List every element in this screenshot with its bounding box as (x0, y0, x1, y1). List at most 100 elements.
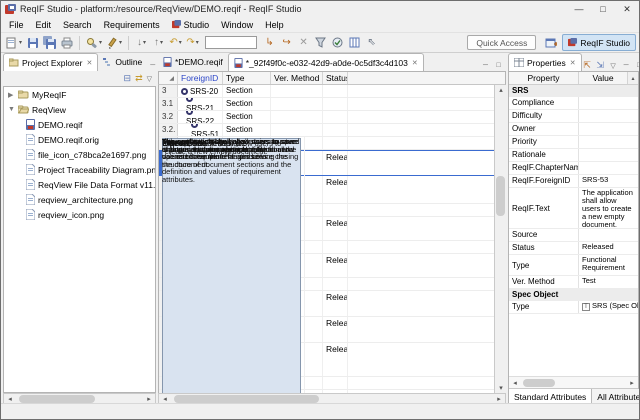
new-properties-view-icon[interactable]: ⇱ (582, 60, 593, 71)
menu-window[interactable]: Window (215, 19, 259, 31)
view-maximize-icon[interactable]: □ (634, 60, 640, 71)
column-header-type[interactable]: Type (223, 72, 271, 84)
table-row-srs-51[interactable]: 3.2. SRS-51 Section File Operations (159, 124, 494, 137)
tree-item-reqview[interactable]: ▼ ReqView (4, 102, 155, 117)
perspective-reqif-studio[interactable]: ReqIF Studio (562, 34, 636, 51)
menu-edit[interactable]: Edit (30, 19, 58, 31)
delete-button[interactable]: ✕ (295, 34, 312, 51)
column-header-value[interactable]: Value (579, 72, 628, 84)
scroll-down-icon[interactable]: ▾ (495, 383, 507, 393)
property-row-source[interactable]: Source (509, 229, 638, 242)
close-icon[interactable]: ✕ (412, 59, 418, 67)
collapse-arrow-icon[interactable]: ▼ (8, 106, 15, 113)
minimize-button[interactable]: ― (567, 1, 591, 17)
view-minimize-icon[interactable]: ─ (147, 60, 158, 71)
property-row-chaptername[interactable]: ReqIF.ChapterName (509, 162, 638, 175)
scroll-up-icon[interactable]: ▴ (495, 85, 507, 95)
tree-item-architecture-png[interactable]: reqview_architecture.png (4, 192, 155, 207)
table-row-srs-21[interactable]: 3.1 SRS-21 Section External interfaces (159, 98, 494, 111)
quick-access-button[interactable]: Quick Access (467, 35, 536, 50)
property-row-difficulty[interactable]: Difficulty (509, 110, 638, 123)
annotate-button[interactable]: ▾ (104, 34, 124, 51)
editor-maximize-icon[interactable]: □ (493, 60, 504, 71)
column-header-status[interactable]: Status (323, 72, 348, 84)
property-row-status[interactable]: StatusReleased (509, 242, 638, 255)
spec-object-icon (181, 88, 188, 95)
menu-help[interactable]: Help (259, 19, 290, 31)
menu-studio[interactable]: Studio (166, 19, 216, 31)
save-button[interactable] (24, 34, 41, 51)
properties-horizontal-scrollbar[interactable]: ◂ ▸ (509, 376, 638, 388)
add-spec-object-button[interactable]: ↳ (261, 34, 278, 51)
property-row-text[interactable]: ReqIF.TextThe application shall allow us… (509, 188, 638, 229)
previous-annotation-button[interactable]: ↑▾ (150, 34, 167, 51)
view-menu-icon[interactable]: ▽ (147, 75, 152, 83)
menu-search[interactable]: Search (57, 19, 98, 31)
property-row-rationale[interactable]: Rationale (509, 149, 638, 162)
forward-button[interactable]: ↷▾ (184, 34, 201, 51)
expand-arrow-icon[interactable]: ▶ (8, 91, 15, 99)
open-perspective-button[interactable] (542, 34, 559, 51)
view-menu-icon[interactable]: ▽ (608, 60, 619, 71)
property-row-compliance[interactable]: Compliance (509, 97, 638, 110)
tree-item-demo-reqif[interactable]: DEMO.reqif (4, 117, 155, 132)
tab-properties[interactable]: Properties✕ (508, 53, 582, 71)
studio-menu-icon (172, 20, 181, 29)
property-group-spec-object[interactable]: Spec Object (509, 289, 638, 301)
editor-vertical-scrollbar[interactable]: ▴ ▾ (494, 85, 506, 393)
editor-minimize-icon[interactable]: ─ (480, 60, 491, 71)
table-row-srs-22[interactable]: 3.2 SRS-22 Section Functions (159, 111, 494, 124)
tab-all-attributes[interactable]: All Attributes (591, 389, 640, 404)
next-annotation-button[interactable]: ↓▾ (133, 34, 150, 51)
column-header-ver-method[interactable]: Ver. Method (271, 72, 323, 84)
collapse-all-icon[interactable]: ⊟ (124, 73, 132, 84)
tab-outline[interactable]: Outline (98, 53, 147, 71)
scroll-right-icon[interactable]: ▸ (626, 378, 638, 388)
property-row-owner[interactable]: Owner (509, 123, 638, 136)
tree-item-reqview-icon-png[interactable]: reqview_icon.png (4, 207, 155, 222)
save-all-button[interactable] (41, 34, 58, 51)
scroll-left-icon[interactable]: ◂ (509, 378, 521, 388)
tab-standard-attributes[interactable]: Standard Attributes (509, 389, 591, 404)
link-button[interactable]: ⇖ (363, 34, 380, 51)
folder-open-icon (18, 105, 29, 114)
property-row-priority[interactable]: Priority (509, 136, 638, 149)
tree-item-demo-reqif-orig[interactable]: DEMO.reqif.orig (4, 132, 155, 147)
column-header-row-number[interactable]: ◢ (159, 72, 178, 84)
print-button[interactable] (58, 34, 75, 51)
property-row-type[interactable]: TypeFunctional Requirement (509, 255, 638, 276)
column-header-foreignid[interactable]: ForeignID (178, 72, 223, 84)
property-row-spec-object-type[interactable]: Type TSRS (Spec Object Type) (509, 301, 638, 314)
menu-requirements[interactable]: Requirements (98, 19, 166, 31)
close-button[interactable]: ✕ (615, 1, 639, 17)
link-with-editor-icon[interactable]: ⇄ (135, 73, 143, 84)
property-row-foreignid[interactable]: ReqIF.ForeignIDSRS-53 (509, 175, 638, 188)
back-button[interactable]: ↶▾ (167, 34, 184, 51)
property-row-ver-method[interactable]: Ver. MethodTest (509, 276, 638, 289)
tab-project-explorer[interactable]: Project Explorer✕ (3, 53, 98, 71)
column-header-property[interactable]: Property (509, 72, 579, 84)
pin-view-icon[interactable]: ⇲ (595, 60, 606, 71)
tree-item-file-icon-png[interactable]: file_icon_c78bca2e1697.png (4, 147, 155, 162)
filter-button[interactable] (312, 34, 329, 51)
property-group-srs[interactable]: SRS (509, 85, 638, 97)
columns-button[interactable] (346, 34, 363, 51)
table-row-srs-20[interactable]: 3 SRS-20 Section Requirements (159, 85, 494, 98)
validate-button[interactable] (329, 34, 346, 51)
toolbar-search-input[interactable] (205, 36, 257, 49)
close-icon[interactable]: ✕ (570, 59, 576, 67)
menu-file[interactable]: File (3, 19, 30, 31)
scroll-up-icon[interactable]: ▴ (628, 72, 638, 84)
add-child-spec-object-button[interactable]: ↪ (278, 34, 295, 51)
search-button[interactable]: ▾ (84, 34, 104, 51)
tree-item-traceability-png[interactable]: Project Traceability Diagram.png (4, 162, 155, 177)
tree-item-myreqif[interactable]: ▶ MyReqIF (4, 87, 155, 102)
view-minimize-icon[interactable]: ─ (621, 60, 632, 71)
maximize-button[interactable]: □ (591, 1, 615, 17)
app-icon (5, 4, 16, 15)
tab-spec-document[interactable]: *_92f49f0c-e032-42d9-a0de-0c5df3c4d103✕ (228, 53, 424, 71)
new-wizard-button[interactable]: ▾ (4, 34, 24, 51)
tab-demo-reqif[interactable]: *DEMO.reqif (158, 53, 228, 71)
close-icon[interactable]: ✕ (86, 59, 92, 67)
tree-item-file-format-pdf[interactable]: ReqView File Data Format v11.pdf (4, 177, 155, 192)
